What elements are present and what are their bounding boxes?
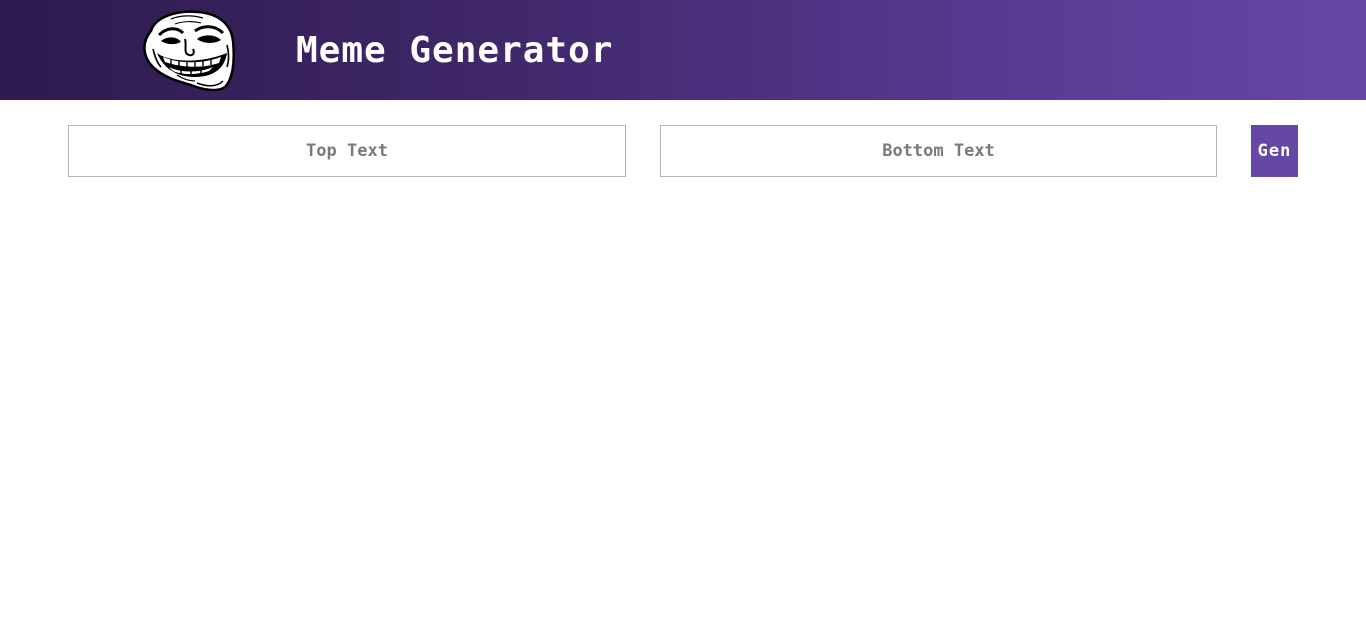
bottom-text-input[interactable] [660,125,1217,177]
page-title: Meme Generator [296,30,614,71]
meme-form: Gen [0,125,1366,177]
generate-button[interactable]: Gen [1251,125,1298,177]
trollface-icon [143,10,235,92]
top-text-input[interactable] [68,125,626,177]
app-header: Meme Generator [0,0,1366,100]
